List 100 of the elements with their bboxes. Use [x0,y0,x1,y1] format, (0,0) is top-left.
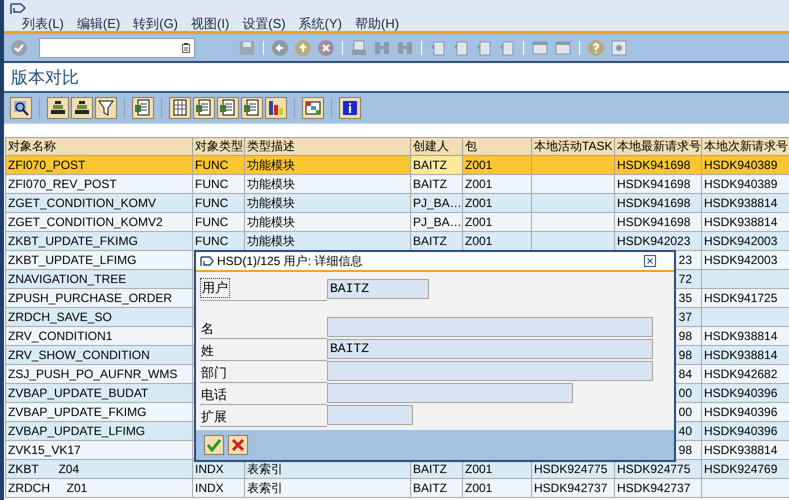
table-cell: ZVBAP_UPDATE_LFIMG [8,424,146,438]
history-icon[interactable] [182,42,190,52]
table-cell: FUNC [195,215,228,229]
table-cell: ZVBAP_UPDATE_FKIMG [8,405,146,419]
menu-icon[interactable] [10,3,26,15]
cancel-icon[interactable] [317,38,335,56]
sort-ascending-icon[interactable] [47,97,69,119]
table-cell: 35 [678,291,692,305]
table-cell: BAITZ [413,158,448,172]
help-icon[interactable] [587,38,605,56]
table-cell: 23 [678,253,692,267]
table-cell: HSDK938814 [704,348,778,362]
table-cell: HSDK942003 [704,234,778,248]
back-icon[interactable] [271,38,289,56]
details-icon[interactable] [10,97,32,119]
filter-icon[interactable] [95,97,117,119]
column-header[interactable]: 本地活动TASK [532,138,614,156]
table-cell: 98 [678,443,692,457]
table-cell: Z001 [465,158,492,172]
table-cell: Z001 [465,196,492,210]
input-field[interactable] [327,317,653,337]
info-icon[interactable] [339,97,361,119]
table-cell: HSDK940396 [704,424,778,438]
table-cell: HSDK924775 [534,462,608,476]
field-label: 名 [200,320,215,338]
menu-item[interactable]: 设置(S) [242,15,286,33]
table-cell: ZRV_CONDITION1 [8,329,112,343]
column-header[interactable]: 本地次新请求号 [702,138,789,156]
table-cell: HSDK941725 [704,291,778,305]
column-header[interactable]: 对象类型 [192,138,244,156]
menu-item[interactable]: 系统(Y) [298,15,342,33]
table-cell: 功能模块 [247,234,295,248]
table-cell: HSDK924775 [617,462,690,476]
table-cell: HSDK941698 [617,158,690,172]
table-cell: ZRDCH_SAVE_SO [8,310,112,324]
table-cell: BAITZ [413,481,448,495]
table-cell: Z001 [465,215,492,229]
menu-item[interactable]: 列表(L) [22,15,64,33]
new-window-icon[interactable] [531,38,549,56]
input-field[interactable]: BAITZ [327,339,653,359]
screen-title: 版本对比 [11,66,79,88]
table-cell: HSDK942682 [704,367,778,381]
table-cell: HSDK938814 [704,215,778,229]
column-header[interactable]: 类型描述 [244,138,410,156]
menu-item[interactable]: 帮助(H) [354,15,400,33]
table-cell: INDX [195,462,224,476]
layout-grid-icon[interactable] [302,97,324,119]
table-cell: FUNC [195,158,228,172]
table-cell: 98 [678,329,692,343]
input-field[interactable] [327,405,413,425]
table-cell: Z001 [465,481,492,495]
table-cell: 功能模块 [247,158,295,172]
save-icon[interactable] [238,38,256,56]
table-cell: BAITZ [413,177,448,191]
field-label: 扩展 [200,408,228,426]
table-cell: 84 [678,367,692,381]
column-header[interactable]: 本地最新请求号 [614,138,702,156]
table-cell: FUNC [195,196,228,210]
cancel-icon[interactable] [228,435,248,455]
table-cell: PJ_BA… [413,215,462,229]
table-cell: ZRV_SHOW_CONDITION [8,348,150,362]
spreadsheet-icon[interactable] [169,97,191,119]
user-field[interactable]: BAITZ [327,279,429,299]
table-cell: FUNC [195,234,228,248]
column-header[interactable]: 创建人 [410,138,462,156]
table-cell: HSDK941698 [617,215,690,229]
table-cell: INDX [195,481,224,495]
sort-descending-icon[interactable] [71,97,93,119]
enter-icon[interactable] [10,38,28,56]
graphic-icon[interactable] [265,97,287,119]
table-cell: HSDK938814 [704,196,778,210]
table-cell: ZFI070_REV_POST [8,177,117,191]
column-header[interactable]: 对象名称 [6,138,192,156]
close-icon[interactable] [644,255,656,267]
exit-icon[interactable] [294,38,312,56]
table-cell: HSDK941698 [617,177,690,191]
command-field[interactable] [39,38,195,58]
table-cell: HSDK940389 [704,177,778,191]
table-cell: 表索引 [247,462,283,476]
confirm-icon[interactable] [204,435,224,455]
table-cell: ZFI070_POST [8,158,86,172]
table-cell: ZNAVIGATION_TREE [8,272,126,286]
column-header[interactable]: 包 [462,138,532,156]
menu-item[interactable]: 编辑(E) [76,15,120,33]
table-cell: ZPUSH_PURCHASE_ORDER [8,291,172,305]
print-icon[interactable] [350,38,368,56]
table-cell: HSDK940396 [704,405,778,419]
menu-item[interactable]: 视图(I) [191,15,230,33]
menu-item[interactable]: 转到(G) [133,15,178,33]
table-cell: HSDK942737 [534,481,608,495]
field-label: 用户 [200,278,230,298]
input-field[interactable] [327,361,653,381]
table-cell: PJ_BA… [413,196,462,210]
table-cell: HSDK942737 [617,481,690,495]
table-cell: 00 [678,405,692,419]
table-cell: HSDK942023 [617,234,690,248]
table-cell: Z001 [465,177,492,191]
input-field[interactable] [327,383,573,403]
field-label: 电话 [200,386,228,404]
table-cell: HSDK938814 [704,329,778,343]
